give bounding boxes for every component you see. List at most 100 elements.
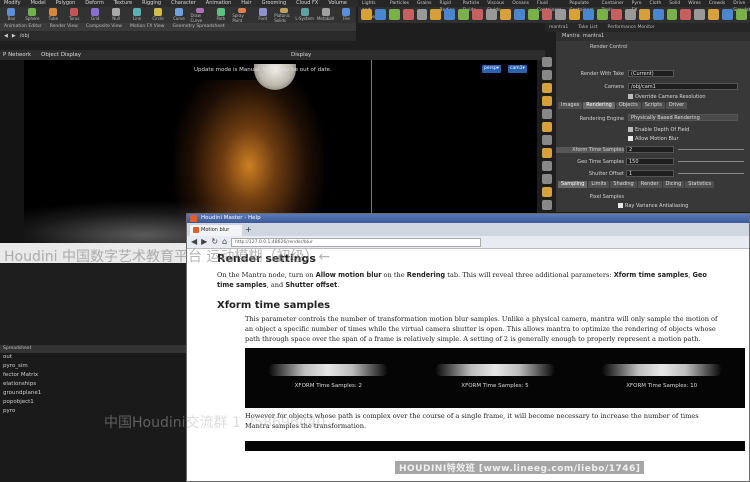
tab-motion-blur[interactable]: Motion blur	[190, 225, 242, 236]
param-tab[interactable]: Render	[637, 181, 662, 188]
shelf-tool[interactable]: Curve	[170, 7, 189, 23]
shelf-tool[interactable]: File	[337, 7, 356, 23]
param-tab[interactable]: Sampling	[558, 181, 588, 188]
persp-menu[interactable]: persp▾	[482, 65, 501, 73]
browser-titlebar[interactable]: Houdini Master - Help	[187, 214, 749, 223]
toolbar-icon[interactable]	[542, 161, 552, 171]
camera-field[interactable]: /obj/cam1	[628, 83, 738, 90]
xform-slider[interactable]	[678, 149, 744, 150]
new-tab-icon[interactable]: +	[245, 224, 252, 236]
menu-item[interactable]: Texture	[114, 0, 132, 7]
dof-checkbox[interactable]: Enable Depth Of Field	[628, 127, 689, 133]
obj-path[interactable]: /obj	[20, 33, 29, 39]
spreadsheet-row[interactable]: pyro_sim	[0, 362, 186, 371]
right-shelf-tab[interactable]: Wires	[688, 0, 700, 7]
right-shelf-tool-icon[interactable]	[527, 9, 539, 20]
toolbar-icon[interactable]	[542, 148, 552, 158]
right-shelf-tab[interactable]: Rigid Bodies	[440, 0, 455, 13]
shelf-tool[interactable]: Circle	[149, 7, 168, 23]
param-tab[interactable]: Images	[558, 102, 583, 109]
right-shelf-tool-icon[interactable]	[555, 9, 567, 20]
spreadsheet-row[interactable]: fector Matrix	[0, 371, 186, 380]
toolbar-icon[interactable]	[542, 174, 552, 184]
param-pane-tab[interactable]: Take List	[578, 23, 597, 32]
shelf-tool[interactable]: Sphere	[23, 7, 42, 23]
right-shelf-tool-icon[interactable]	[541, 9, 553, 20]
menu-item[interactable]: Deform	[85, 0, 104, 7]
network-label[interactable]: P Network	[3, 52, 31, 58]
toolbar-icon[interactable]	[542, 83, 552, 93]
render-control-label[interactable]: Render Control	[590, 44, 660, 50]
right-shelf-tool-icon[interactable]	[430, 9, 442, 20]
spreadsheet-row[interactable]: out	[0, 353, 186, 362]
menu-item[interactable]: Modify	[4, 0, 21, 7]
right-shelf-tool-icon[interactable]	[361, 9, 372, 20]
right-shelf-tab[interactable]: Particle Fluids	[463, 0, 480, 13]
camera-menu[interactable]: cam1▾	[508, 65, 527, 73]
right-shelf-tool-icon[interactable]	[486, 9, 497, 20]
right-shelf-tool-icon[interactable]	[722, 9, 734, 20]
param-tab[interactable]: Limits	[588, 181, 610, 188]
toolbar-icon[interactable]	[542, 96, 552, 106]
shelf-tool[interactable]: Metaball	[316, 7, 335, 23]
xform-field[interactable]: 2	[626, 146, 674, 153]
shelf-tool[interactable]: Torus	[65, 7, 84, 23]
ray-aa-checkbox[interactable]: Ray Variance Antialiasing	[618, 203, 688, 209]
param-tab[interactable]: Driver	[665, 102, 688, 109]
toolbar-icon[interactable]	[542, 187, 552, 197]
toolbar-icon[interactable]	[542, 57, 552, 67]
shelf-tool[interactable]: Path	[211, 7, 230, 23]
right-shelf-tab[interactable]: Lights and Cameras	[362, 0, 382, 20]
forward-icon[interactable]: ▶	[12, 33, 16, 39]
menu-item[interactable]: Cloud FX	[296, 0, 318, 7]
param-tab[interactable]: Objects	[615, 102, 641, 109]
shelf-tool[interactable]: Spray Paint	[232, 7, 251, 23]
spreadsheet-row[interactable]: groundplane1	[0, 389, 186, 398]
toolbar-icon[interactable]	[542, 135, 552, 145]
param-tab[interactable]: Rendering	[583, 102, 615, 109]
toolbar-icon[interactable]	[542, 109, 552, 119]
toolbar-icon[interactable]	[542, 122, 552, 132]
engine-select[interactable]: Physically Based Rendering	[628, 114, 738, 121]
right-shelf-tab[interactable]: Grains	[417, 0, 432, 7]
right-shelf-tab[interactable]: Fluid Containers	[537, 0, 561, 13]
shelf-tool[interactable]: Grid	[86, 7, 105, 23]
right-shelf-tool-icon[interactable]	[597, 9, 609, 20]
param-pane-tab[interactable]: mantra1	[549, 23, 568, 32]
right-shelf-tool-icon[interactable]	[736, 9, 747, 20]
spreadsheet-row[interactable]: elationships	[0, 380, 186, 389]
override-camera-checkbox[interactable]: Override Camera Resolution	[628, 94, 706, 100]
menu-item[interactable]: Character	[171, 0, 196, 7]
shutter-field[interactable]: 1	[626, 170, 674, 177]
right-shelf-tool-icon[interactable]	[513, 9, 525, 20]
right-shelf-tool-icon[interactable]	[680, 9, 692, 20]
right-shelf-tool-icon[interactable]	[402, 9, 414, 20]
right-shelf-tool-icon[interactable]	[472, 9, 484, 20]
shelf-tool[interactable]: Platonic Solids	[274, 7, 293, 23]
param-tab[interactable]: Shading	[610, 181, 637, 188]
right-shelf-tab[interactable]: Populate Containers	[569, 0, 593, 13]
menu-item[interactable]: Rigging	[142, 0, 161, 7]
right-shelf-tab[interactable]: Pyro FX	[632, 0, 642, 13]
geo-field[interactable]: 150	[626, 158, 674, 165]
menu-item[interactable]: Volume	[328, 0, 347, 7]
right-shelf-tool-icon[interactable]	[388, 9, 400, 20]
menu-item[interactable]: Grooming	[262, 0, 287, 7]
node-name[interactable]: mantra1	[583, 33, 604, 39]
right-shelf-tool-icon[interactable]	[611, 9, 622, 20]
right-shelf-tab[interactable]: Crowds	[709, 0, 726, 7]
object-display-label[interactable]: Object Display	[41, 52, 81, 58]
allow-motion-blur-checkbox[interactable]: Allow Motion Blur	[628, 136, 679, 142]
right-shelf-tool-icon[interactable]	[458, 9, 470, 20]
right-shelf-tool-icon[interactable]	[624, 9, 636, 20]
right-shelf-tab[interactable]: Drive Simulation	[733, 0, 750, 13]
right-shelf-tool-icon[interactable]	[652, 9, 664, 20]
pane-tab[interactable]: Animation Editor	[4, 23, 42, 31]
right-shelf-tab[interactable]: Particles	[390, 0, 409, 7]
shelf-tool[interactable]: Draw Curve	[190, 7, 209, 23]
back-icon[interactable]: ◀	[4, 33, 8, 39]
right-shelf-tab[interactable]: Solid	[669, 0, 680, 7]
pane-tab[interactable]: Motion FX View	[130, 23, 164, 31]
param-pane-tab[interactable]: Performance Monitor	[608, 23, 655, 32]
render-with-take-select[interactable]: (Current)	[628, 70, 674, 77]
